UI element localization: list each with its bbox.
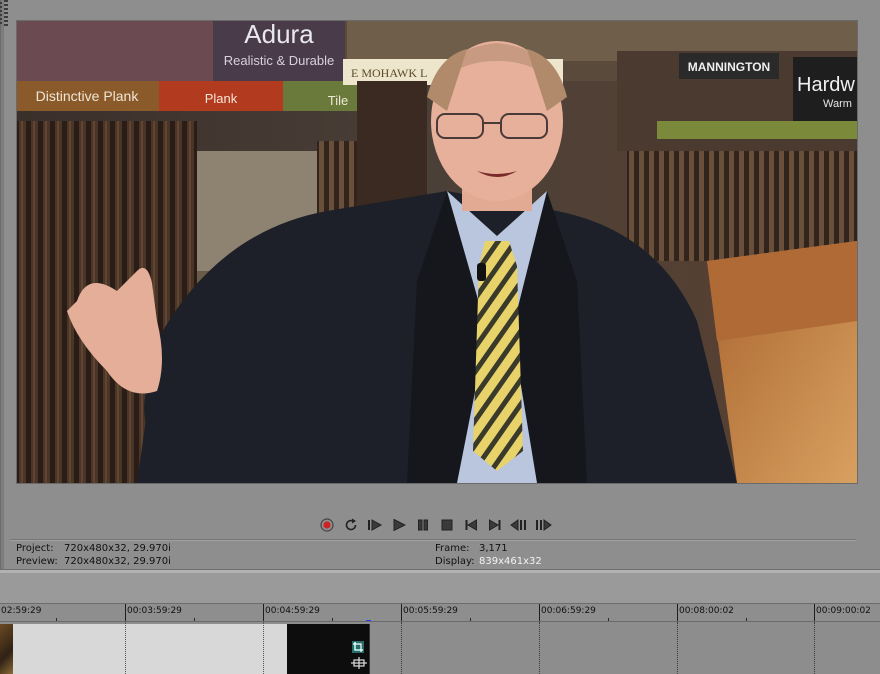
ruler-tick — [677, 604, 678, 622]
preview-label: Preview: — [16, 556, 58, 567]
project-value: 720x480x32, 29.970i — [64, 543, 171, 554]
stop-icon[interactable] — [438, 516, 456, 534]
ruler-label: 00:06:59:29 — [541, 606, 596, 616]
ruler-label: 00:05:59:29 — [403, 606, 458, 616]
go-to-end-icon[interactable] — [486, 516, 504, 534]
ruler-label: 00:08:00:02 — [679, 606, 734, 616]
mohawk-sign: E MOHAWK L — [351, 66, 427, 80]
crop-icon[interactable] — [351, 640, 365, 654]
video-clip-dark[interactable] — [287, 624, 370, 674]
preview-value: 720x480x32, 29.970i — [64, 556, 171, 567]
frame-value: 3,171 — [479, 543, 508, 554]
mannington-sign: MANNINGTON — [688, 60, 770, 74]
adura-sign: Adura — [244, 21, 314, 49]
loop-icon[interactable] — [342, 516, 360, 534]
pause-icon[interactable] — [414, 516, 432, 534]
preview-frame-image: Adura Realistic & Durable Distinctive Pl… — [17, 21, 857, 483]
track-gridline — [814, 622, 815, 674]
track-gridline — [401, 622, 402, 674]
play-from-start-icon[interactable] — [366, 516, 384, 534]
ruler-label: 00:04:59:29 — [265, 606, 320, 616]
timeline-header — [0, 573, 880, 603]
frame-info: Frame: 3,171 Display: 839x461x32 — [435, 542, 542, 568]
video-track[interactable] — [0, 621, 880, 674]
distinctive-plank-sign: Distinctive Plank — [36, 88, 140, 104]
project-label: Project: — [16, 543, 54, 554]
ruler-tick — [814, 604, 815, 622]
play-icon[interactable] — [390, 516, 408, 534]
display-label: Display: — [435, 556, 475, 567]
plank-sign: Plank — [205, 91, 238, 106]
next-frame-icon[interactable] — [534, 516, 552, 534]
clip-gridline — [263, 622, 264, 674]
ruler-tick — [125, 604, 126, 622]
frame-label: Frame: — [435, 543, 470, 554]
project-info: Project: 720x480x32, 29.970i Preview: 720x… — [16, 542, 171, 568]
timeline-ruler[interactable]: 02:59:29 00:03:59:29 00:04:59:29 00:05:5… — [0, 603, 880, 622]
record-icon[interactable] — [318, 516, 336, 534]
track-gridline — [677, 622, 678, 674]
display-value: 839x461x32 — [479, 556, 542, 567]
transport-controls — [318, 516, 552, 534]
ruler-label: 00:09:00:02 — [816, 606, 871, 616]
clip-thumbnail — [0, 624, 13, 674]
video-clip-light[interactable] — [0, 624, 288, 674]
adura-subtitle: Realistic & Durable — [224, 53, 335, 68]
video-preview[interactable]: Adura Realistic & Durable Distinctive Pl… — [16, 20, 858, 484]
ruler-label: 00:03:59:29 — [127, 606, 182, 616]
hardwood-sign: Hardw — [797, 74, 855, 96]
clip-fx-icons — [351, 640, 367, 669]
tile-sign: Tile — [328, 93, 348, 108]
ruler-tick — [263, 604, 264, 622]
previous-frame-icon[interactable] — [510, 516, 528, 534]
ruler-tick — [539, 604, 540, 622]
ruler-tick — [401, 604, 402, 622]
preview-info-separator — [10, 539, 856, 541]
panel-grip-left[interactable] — [4, 0, 8, 28]
clip-gridline — [125, 622, 126, 674]
splitter-grip — [0, 2, 2, 24]
pan-crop-icon[interactable] — [351, 657, 367, 669]
track-gridline — [539, 622, 540, 674]
hardwood-subtitle: Warm — [823, 98, 852, 110]
ruler-label: 02:59:29 — [1, 606, 42, 616]
go-to-start-icon[interactable] — [462, 516, 480, 534]
